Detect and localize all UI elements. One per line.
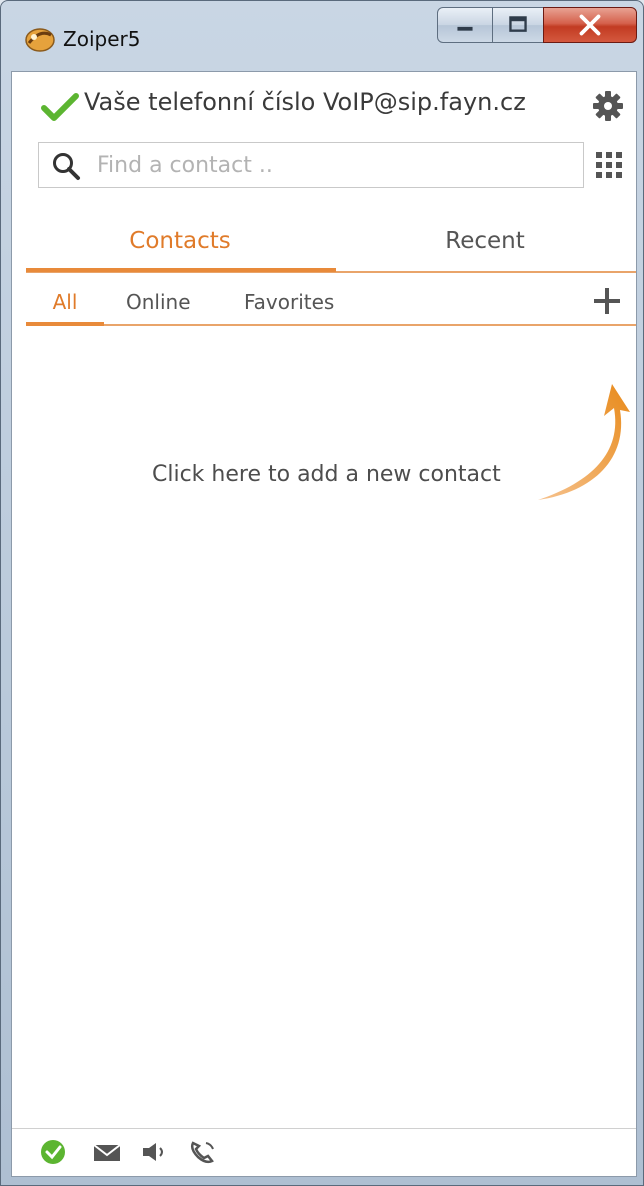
mail-icon[interactable] — [92, 1139, 122, 1165]
zoiper-logo-icon — [25, 28, 55, 52]
close-icon — [579, 14, 601, 36]
active-filter-indicator — [26, 322, 104, 326]
contact-list: Click here to add a new contact — [12, 332, 636, 1092]
filter-favorites[interactable]: Favorites — [244, 282, 334, 322]
main-tab-bar: Contacts Recent — [26, 212, 636, 274]
checkmark-icon — [41, 93, 79, 121]
phone-icon[interactable] — [188, 1139, 218, 1165]
active-tab-indicator — [26, 268, 336, 272]
add-contact-hint: Click here to add a new contact — [152, 462, 501, 487]
search-box[interactable] — [38, 142, 584, 188]
tab-contacts[interactable]: Contacts — [26, 212, 334, 270]
window-title: Zoiper5 — [63, 27, 141, 51]
close-button[interactable] — [543, 7, 637, 43]
maximize-button[interactable] — [492, 7, 544, 43]
minimize-button[interactable] — [437, 7, 493, 43]
app-window: Zoiper5 Vaše telefonní číslo VoIP@sip.fa… — [0, 0, 644, 1186]
gear-icon[interactable] — [592, 90, 624, 122]
search-input[interactable] — [97, 147, 577, 183]
filter-online[interactable]: Online — [126, 282, 191, 322]
dialpad-icon[interactable] — [594, 150, 624, 180]
zoiper-client-area: Vaše telefonní číslo VoIP@sip.fayn.cz Fi… — [11, 71, 637, 1177]
filter-bar-divider — [26, 324, 636, 326]
speaker-icon[interactable] — [140, 1139, 170, 1165]
minimize-icon — [457, 26, 473, 31]
status-footer — [12, 1128, 636, 1176]
window-controls — [437, 7, 639, 47]
search-icon — [53, 153, 80, 180]
filter-all[interactable]: All — [26, 282, 104, 322]
online-status-icon[interactable] — [40, 1139, 70, 1165]
contact-filter-bar: All Online Favorites — [26, 282, 636, 328]
maximize-icon — [509, 16, 527, 32]
tab-recent[interactable]: Recent — [334, 212, 636, 270]
curved-arrow-icon — [538, 384, 630, 500]
title-bar[interactable]: Zoiper5 — [1, 1, 643, 71]
account-label: Vaše telefonní číslo VoIP@sip.fayn.cz — [84, 88, 526, 116]
plus-icon[interactable] — [592, 286, 622, 316]
account-status-row: Vaše telefonní číslo VoIP@sip.fayn.cz — [12, 72, 636, 136]
